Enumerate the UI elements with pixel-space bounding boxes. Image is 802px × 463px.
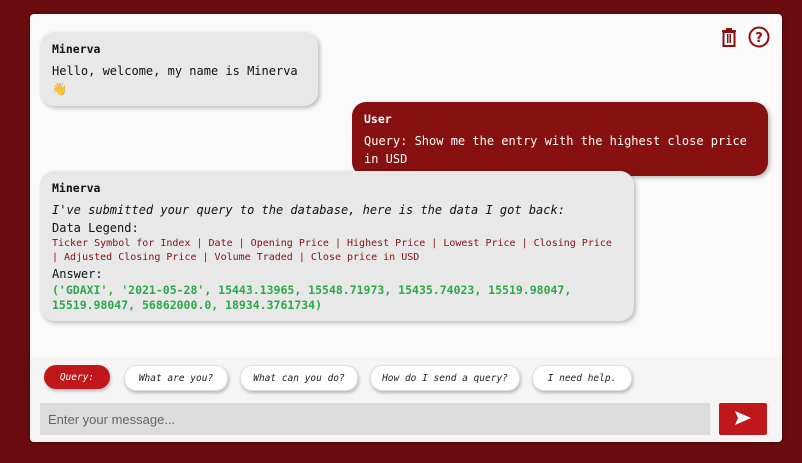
quick-reply-how-send-query[interactable]: How do I send a query? xyxy=(370,365,520,391)
quick-reply-what-can-you-do[interactable]: What can you do? xyxy=(240,365,358,391)
bot-message: Minerva Hello, welcome, my name is Miner… xyxy=(40,32,318,106)
chat-window: ? Minerva Hello, welcome, my name is Min… xyxy=(30,14,782,442)
bot-message: Minerva I've submitted your query to the… xyxy=(40,171,634,321)
legend-label: Data Legend: xyxy=(52,221,139,235)
quick-reply-what-are-you[interactable]: What are you? xyxy=(124,365,228,391)
message-sender: Minerva xyxy=(52,181,101,195)
message-text: Query: Show me the entry with the highes… xyxy=(364,134,747,166)
svg-text:?: ? xyxy=(755,31,763,46)
help-circle-icon[interactable]: ? xyxy=(748,26,770,48)
header-actions: ? xyxy=(718,26,770,48)
trash-icon[interactable] xyxy=(718,26,740,48)
user-message: User Query: Show me the entry with the h… xyxy=(352,102,768,176)
send-icon xyxy=(734,410,752,429)
quick-reply-query[interactable]: Query: xyxy=(44,365,110,389)
message-composer xyxy=(30,399,782,442)
message-input[interactable] xyxy=(40,403,710,435)
message-sender: Minerva xyxy=(52,42,101,56)
quick-replies: Query: What are you? What can you do? Ho… xyxy=(30,357,782,399)
waving-hand-icon: 👋 xyxy=(52,82,67,96)
answer-value: ('GDAXI', '2021-05-28', 15443.13965, 155… xyxy=(52,283,572,312)
message-sender: User xyxy=(364,112,392,126)
send-button[interactable] xyxy=(719,403,767,435)
answer-label: Answer: xyxy=(52,267,103,281)
message-intro: I've submitted your query to the databas… xyxy=(52,203,565,217)
message-text: Hello, welcome, my name is Minerva 👋 xyxy=(52,64,298,96)
legend-items: Ticker Symbol for Index | Date | Opening… xyxy=(52,238,612,263)
quick-reply-need-help[interactable]: I need help. xyxy=(532,365,632,391)
